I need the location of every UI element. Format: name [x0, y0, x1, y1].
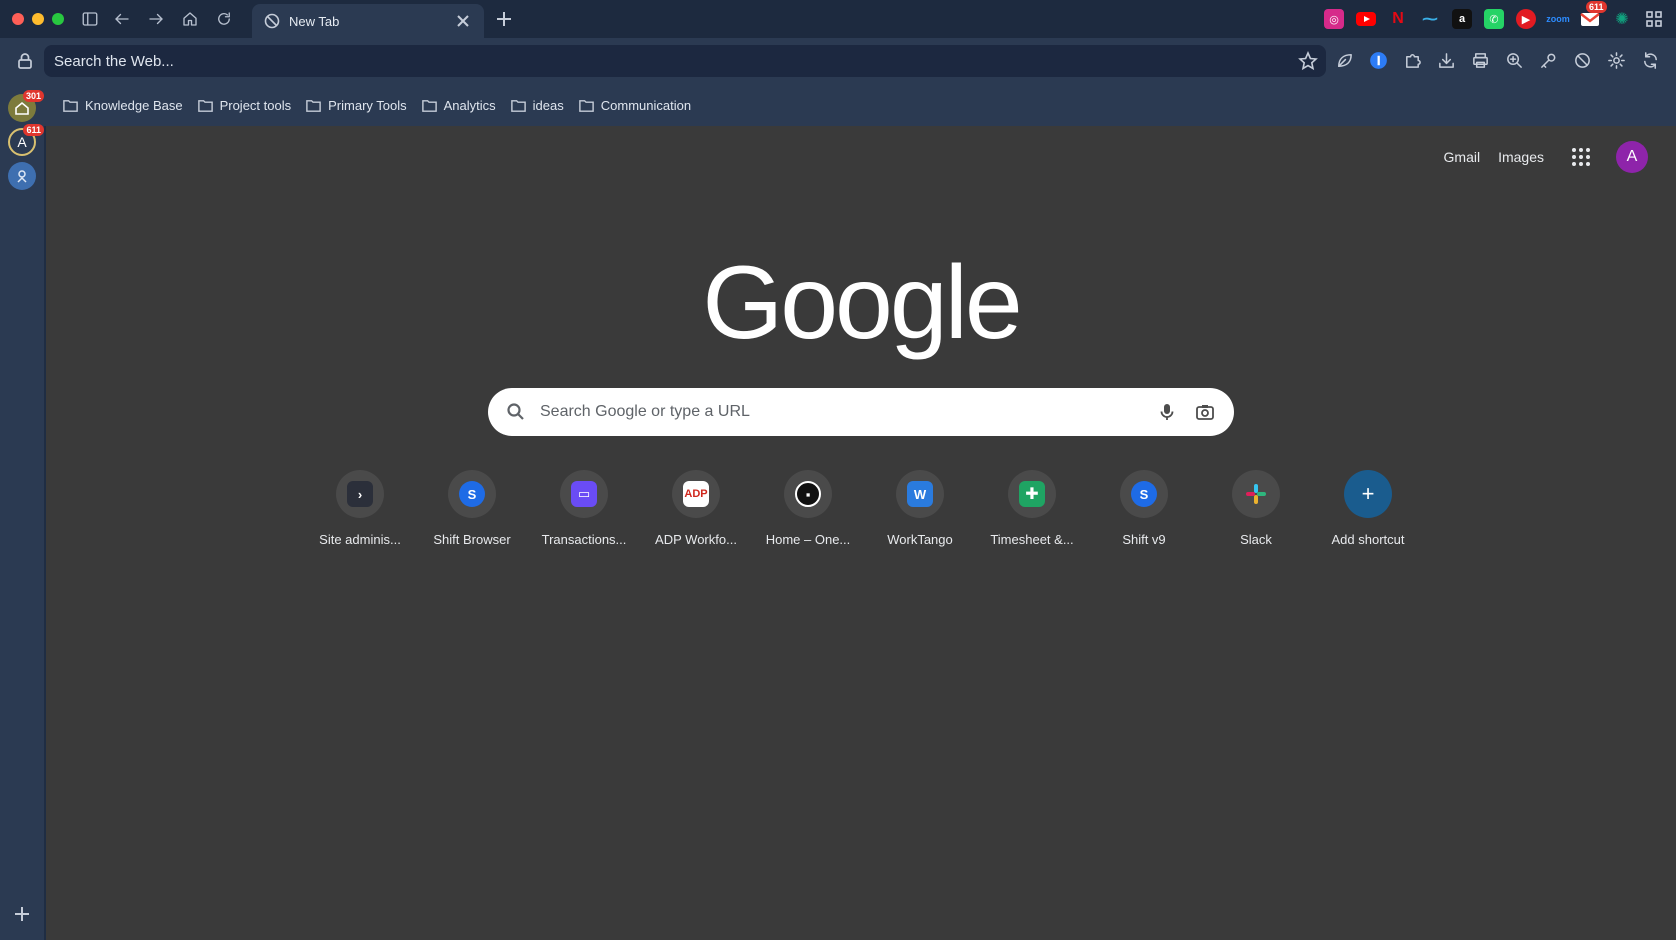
shift-icon: S [1131, 481, 1157, 507]
account-letter: A [17, 134, 27, 150]
shortcut-transactions[interactable]: ▭ Transactions... [528, 470, 640, 547]
download-icon[interactable] [1436, 50, 1457, 71]
address-row [0, 38, 1676, 84]
bookmark-folder-analytics[interactable]: Analytics [421, 97, 496, 114]
youtube-icon[interactable] [1356, 9, 1376, 29]
lock-icon [16, 52, 34, 70]
gmail-icon[interactable]: 611 [1580, 1, 1607, 29]
instagram-icon[interactable]: ◎ [1324, 9, 1344, 29]
worktango-icon: W [907, 481, 933, 507]
settings-gear-icon[interactable] [1606, 50, 1627, 71]
shortcut-shift-v9[interactable]: S Shift v9 [1088, 470, 1200, 547]
sidebar-toggle-icon[interactable] [78, 8, 102, 30]
bookmark-folder-ideas[interactable]: ideas [510, 97, 564, 114]
puzzle-extension-icon[interactable] [1402, 50, 1423, 71]
gmail-badge: 611 [1586, 1, 1607, 13]
sidebar-item-home[interactable]: 301 [8, 90, 44, 122]
shortcut-shift-browser[interactable]: S Shift Browser [416, 470, 528, 547]
youtube-music-icon[interactable]: ▶ [1516, 9, 1536, 29]
workspace-icon [17, 170, 27, 183]
tab-new-tab[interactable]: New Tab [252, 4, 484, 38]
bookmark-folder-project-tools[interactable]: Project tools [197, 97, 291, 114]
bookmark-folder-communication[interactable]: Communication [578, 97, 691, 114]
address-bar[interactable] [44, 45, 1326, 77]
adp-icon: ADP [683, 481, 709, 507]
shortcut-slack[interactable]: Slack [1200, 470, 1312, 547]
reload-icon[interactable] [212, 8, 236, 30]
toolbar-icons [1334, 50, 1661, 71]
prime-video-icon[interactable]: ⁓ [1420, 9, 1440, 29]
images-link[interactable]: Images [1498, 149, 1544, 165]
shift-icon: S [459, 481, 485, 507]
bookmark-folder-primary-tools[interactable]: Primary Tools [305, 97, 407, 114]
shortcut-worktango[interactable]: W WorkTango [864, 470, 976, 547]
bookmarks-bar: Knowledge Base Project tools Primary Too… [44, 84, 1676, 126]
close-window-button[interactable] [12, 13, 24, 25]
voice-search-icon[interactable] [1156, 401, 1178, 423]
workspace-sidebar: 301 A 611 [0, 84, 44, 940]
print-icon[interactable] [1470, 50, 1491, 71]
site-admin-icon: › [347, 481, 373, 507]
folder-icon [510, 99, 526, 112]
shortcut-tiles: › Site adminis... S Shift Browser ▭ Tran… [304, 470, 1424, 547]
bookmark-folder-knowledge-base[interactable]: Knowledge Base [62, 97, 183, 114]
google-apps-icon[interactable] [1570, 146, 1592, 168]
sidebar-item-account-a[interactable]: A 611 [8, 124, 44, 156]
plus-icon: + [1361, 481, 1375, 506]
block-icon[interactable] [1572, 50, 1593, 71]
extensions-grid-icon[interactable] [1644, 9, 1664, 29]
lens-camera-icon[interactable] [1194, 401, 1216, 423]
shortcut-site-admin[interactable]: › Site adminis... [304, 470, 416, 547]
folder-icon [306, 99, 321, 112]
chatgpt-icon[interactable]: ✺ [1612, 9, 1632, 29]
account-badge: 611 [23, 124, 44, 136]
extension-bar: ◎ N ⁓ a ✆ ▶ zoom 611 ✺ [1324, 1, 1664, 30]
minimize-window-button[interactable] [32, 13, 44, 25]
zoom-window-button[interactable] [52, 13, 64, 25]
zoom-icon[interactable]: zoom [1546, 9, 1570, 29]
home-icon[interactable] [178, 8, 202, 30]
folder-icon [63, 99, 78, 112]
whatsapp-icon[interactable]: ✆ [1484, 9, 1504, 29]
new-tab-favicon-icon [264, 13, 280, 29]
zoom-in-icon[interactable] [1504, 50, 1525, 71]
sync-icon[interactable] [1640, 50, 1661, 71]
netflix-icon[interactable]: N [1388, 9, 1408, 29]
onepassword-icon: ▪ [795, 481, 821, 507]
leaf-icon[interactable] [1334, 50, 1355, 71]
folder-icon [197, 99, 213, 112]
new-tab-page: Gmail Images A Google › Site adminis... … [46, 126, 1676, 940]
tab-title: New Tab [289, 13, 340, 29]
folder-icon [578, 99, 594, 112]
search-icon [506, 402, 526, 422]
google-top-links: Gmail Images A [1444, 141, 1648, 173]
slack-icon [1243, 481, 1269, 507]
new-tab-button[interactable] [492, 8, 516, 30]
shortcut-home-one[interactable]: ▪ Home – One... [752, 470, 864, 547]
close-tab-icon[interactable] [454, 12, 472, 30]
shortcut-timesheet[interactable]: ✚ Timesheet &... [976, 470, 1088, 547]
shortcut-adp-workforce[interactable]: ADP ADP Workfo... [640, 470, 752, 547]
transactions-icon: ▭ [571, 481, 597, 507]
password-manager-icon[interactable] [1368, 50, 1389, 71]
address-input[interactable] [54, 45, 1254, 77]
sidebar-item-workspace[interactable] [8, 162, 36, 190]
shortcut-add[interactable]: + Add shortcut [1312, 470, 1424, 547]
title-bar: New Tab ◎ N ⁓ a ✆ ▶ zoom 611 ✺ [0, 0, 1676, 38]
folder-icon [421, 99, 437, 112]
home-icon [15, 101, 29, 115]
key-icon[interactable] [1538, 50, 1559, 71]
add-workspace-icon[interactable] [12, 904, 32, 924]
home-badge: 301 [22, 90, 44, 102]
bookmark-star-icon[interactable] [1298, 50, 1318, 71]
google-search-box[interactable] [488, 388, 1234, 436]
forward-icon[interactable] [144, 8, 168, 30]
gmail-link[interactable]: Gmail [1444, 149, 1481, 165]
google-account-avatar[interactable]: A [1616, 141, 1648, 173]
google-logo: Google [702, 245, 1022, 361]
sheets-icon: ✚ [1019, 481, 1045, 507]
google-search-input[interactable] [540, 388, 1140, 436]
back-icon[interactable] [110, 8, 134, 30]
amazon-icon[interactable]: a [1452, 9, 1472, 29]
